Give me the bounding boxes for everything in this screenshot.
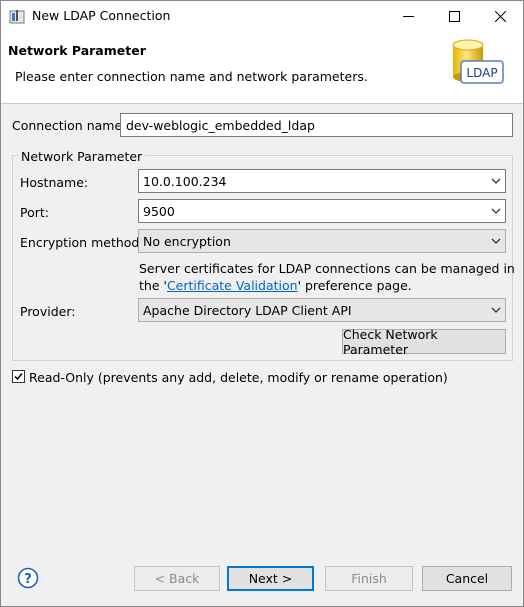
port-value: 9500 [143,203,175,219]
certificate-validation-link[interactable]: Certificate Validation [167,278,298,293]
minimize-icon [402,15,414,17]
hostname-value: 10.0.100.234 [143,173,227,189]
close-button[interactable] [477,1,523,31]
wizard-banner: Network Parameter Please enter connectio… [1,31,523,104]
window-title: New LDAP Connection [32,8,171,23]
app-icon [9,10,25,24]
certificate-note-prefix: the ' [139,278,167,293]
hostname-combo[interactable]: 10.0.100.234 [138,169,506,193]
cancel-button[interactable]: Cancel [422,566,512,591]
chevron-down-icon[interactable] [491,177,501,185]
chevron-down-icon [491,307,501,313]
encryption-method-select[interactable]: No encryption [138,229,506,253]
provider-value: Apache Directory LDAP Client API [143,302,352,318]
provider-label: Provider: [20,304,76,319]
read-only-checkbox[interactable] [12,370,25,383]
banner-description: Please enter connection name and network… [15,69,368,84]
back-button[interactable]: < Back [134,566,220,591]
close-icon [494,10,506,22]
new-ldap-connection-dialog: New LDAP Connection Network Parameter Pl… [0,0,524,607]
certificate-note-line1: Server certificates for LDAP connections… [139,261,515,276]
certificate-note-suffix: ' preference page. [297,278,412,293]
check-network-parameter-button[interactable]: Check Network Parameter [342,327,506,357]
hostname-label: Hostname: [20,175,89,190]
chevron-down-icon [491,238,501,244]
network-parameter-group-title: Network Parameter [18,149,146,164]
banner-title: Network Parameter [8,43,146,58]
connection-name-input[interactable]: dev-weblogic_embedded_ldap [120,113,513,137]
chevron-down-icon[interactable] [491,207,501,215]
title-bar: New LDAP Connection [1,1,523,31]
certificate-note-line2: the 'Certificate Validation' preference … [139,278,412,293]
connection-name-label: Connection name: [12,118,127,133]
svg-text:?: ? [24,572,32,587]
maximize-icon [448,10,460,22]
provider-select[interactable]: Apache Directory LDAP Client API [138,298,506,322]
ldap-icon-label: LDAP [466,66,497,80]
minimize-button[interactable] [385,1,431,31]
encryption-method-value: No encryption [143,233,231,249]
help-icon[interactable]: ? [17,567,39,589]
port-label: Port: [20,205,49,220]
connection-name-value: dev-weblogic_embedded_ldap [126,117,315,133]
next-button[interactable]: Next > [227,566,314,591]
read-only-label: Read-Only (prevents any add, delete, mod… [29,370,448,385]
finish-button[interactable]: Finish [325,566,413,591]
maximize-button[interactable] [431,1,477,31]
ldap-database-icon: LDAP [452,39,504,84]
encryption-method-label: Encryption method: [20,235,144,250]
checkmark-icon [14,373,23,381]
port-combo[interactable]: 9500 [138,199,506,223]
